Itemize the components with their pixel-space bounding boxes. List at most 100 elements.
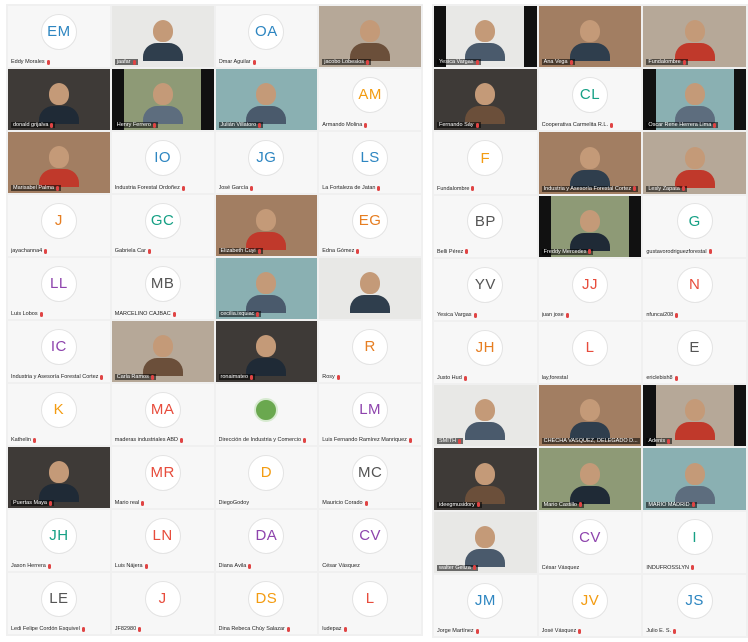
initials-avatar: GC [144,202,181,239]
participant-name-label: ericlebish8 [646,375,678,381]
participant-tile[interactable]: BP Belli Pérez [434,195,537,257]
participant-tile[interactable]: Julián Villatoro [215,69,318,130]
participant-name: Mario Castillo [543,501,577,508]
participant-tile[interactable]: AM Armando Molina [319,69,421,130]
participant-tile[interactable]: donald grijalva [8,69,110,130]
participant-name: Omar Aguilar [218,59,251,65]
participant-tile[interactable]: Llay,forestal [538,322,642,384]
participant-tile[interactable]: CHECHA VASQUEZ, DELEGADO D... [538,385,642,447]
participant-tile[interactable]: DS Dina Rebeca Chúy Salazar [215,573,318,634]
participant-tile[interactable]: Yesica Vargas [434,6,537,68]
participant-tile[interactable]: jacobo Lobeslos [319,6,421,67]
participant-tile[interactable]: F Fundalombre [434,132,537,194]
participant-tile[interactable]: LN Luis Nájera [111,510,214,571]
participant-name: Jason Herrera [11,563,46,569]
participant-tile[interactable]: Jjayachanna4 [8,195,110,256]
participant-tile[interactable]: IC Industria y Asesoría Forestal Cortez [8,321,110,382]
participant-tile[interactable]: GC Gabriela Car [111,195,214,256]
participant-tile[interactable]: Lesly Zapata [643,132,746,194]
participant-tile[interactable]: Ggustavorodriguezforestal [643,195,746,257]
participant-name: jaafar [116,59,131,65]
participant-tile[interactable]: Fernando Sáy [434,69,537,131]
initials-avatar: CV [571,519,608,556]
participant-tile[interactable]: MA maderas industriales ABD [111,384,214,445]
participant-tile[interactable]: CV César Vásquez [538,511,642,573]
participant-tile[interactable]: MARIO MADRID [643,448,746,510]
participant-name: Edna Gómez [322,248,355,254]
participant-tile[interactable]: Freddy Mercedes [538,195,642,257]
participant-tile[interactable]: Dirección de Industria y Comercio [215,384,318,445]
participant-tile[interactable]: MC Mauricio Corado [319,447,421,508]
participant-tile[interactable]: Marisabel Palma [8,132,110,193]
initials-avatar: JH [40,517,77,554]
participant-tile[interactable]: Industria y Asesoría Forestal Cortez [538,132,642,194]
participant-tile[interactable]: Fundalombre [643,6,746,68]
participant-tile[interactable]: ronaimateo [215,321,318,382]
muted-mic-icon [475,122,479,128]
participant-tile[interactable]: Elizabeth Cuyi [215,195,318,256]
participant-tile[interactable]: Adenis [643,385,746,447]
participant-tile[interactable]: jaafar [111,6,214,67]
participant-name: Dirección de Industria y Comercio [218,437,302,443]
participant-tile[interactable]: JJ juan jose [538,258,642,320]
participant-name-label: Henry Ferrero [114,122,158,128]
participant-tile[interactable]: MR Mario real [111,447,214,508]
participant-tile[interactable]: Henry Ferrero [111,69,214,130]
participant-tile[interactable]: JH Justo Hud [434,322,537,384]
participant-tile[interactable] [319,258,421,319]
participant-name-label: Dirección de Industria y Comercio [219,437,307,443]
participant-name-label: Adenis [646,438,673,445]
participant-tile[interactable]: Lludepaz [319,573,421,634]
participant-tile[interactable]: IO Industria Forestal Ordoñez [111,132,214,193]
participant-tile[interactable]: CL Cooperativa Carmelita R.L. [538,69,642,131]
participant-tile[interactable]: CV César Vásquez [319,510,421,571]
participant-tile[interactable]: I INDUFROSSLYN [643,511,746,573]
participant-tile[interactable]: cecilia.ixquiac [215,258,318,319]
participant-tile[interactable]: EG Edna Gómez [319,195,421,256]
participant-tile[interactable]: J JF82980 [111,573,214,634]
participant-tile[interactable]: SMITH [434,385,537,447]
participant-tile[interactable]: OA Omar Aguilar [215,6,318,67]
initials-avatar: YV [467,266,504,303]
participant-name: Gabriela Car [114,248,146,254]
participant-silhouette [38,146,79,187]
participant-tile[interactable]: LM Luis Fernando Ramírez Manriquez [319,384,421,445]
participant-tile[interactable]: K Kathelin [8,384,110,445]
participant-silhouette [142,20,183,61]
participant-tile[interactable]: Eericlebish8 [643,322,746,384]
participant-name-label: SMITH [437,438,464,445]
participant-tile[interactable]: DA Diana Ávila [215,510,318,571]
participant-tile[interactable]: R Rosy [319,321,421,382]
participant-name: Luis Lobos [11,311,38,317]
initials-avatar: EM [40,13,77,50]
participant-tile[interactable]: Carla Ramos [111,321,214,382]
participant-tile[interactable]: EM Eddy Morales [8,6,110,67]
participant-tile[interactable]: LL Luis Lobos [8,258,110,319]
participant-name-label: Ledi Felipe Cordón Esquivel [11,626,85,632]
participant-tile[interactable]: Óscar Rene Herrera Lima [643,69,746,131]
participant-name: Diana Ávila [218,563,247,569]
participant-name: Óscar Rene Herrera Lima [648,122,712,129]
participant-tile[interactable]: JM Jorge Martínez [434,574,537,636]
participant-tile[interactable]: Puertas Maya [8,447,110,508]
participant-tile[interactable]: LS La Fortaleza de Jatan [319,132,421,193]
participant-tile[interactable]: D DiegoGodoy [215,447,318,508]
participant-name: ideegmusidory [439,501,475,508]
participant-tile[interactable]: Ana Vega [538,6,642,68]
muted-mic-icon [476,502,480,508]
participant-tile[interactable]: JV José Vásquez [538,574,642,636]
participant-tile[interactable]: YV Yesica Vargas [434,258,537,320]
participant-tile[interactable]: walter Geliza [434,511,537,573]
participant-tile[interactable]: LE Ledi Felipe Cordón Esquivel [8,573,110,634]
participant-tile[interactable]: JH Jason Herrera [8,510,110,571]
participant-name: Marisabel Palma [13,185,54,191]
participant-tile[interactable]: JG José García [215,132,318,193]
participant-tile[interactable]: Nnfuncai208 [643,258,746,320]
muted-mic-icon [55,185,59,191]
participant-tile[interactable]: Mario Castillo [538,448,642,510]
participant-tile[interactable]: MB MARCELINO CAJBAC [111,258,214,319]
participant-silhouette [674,83,715,125]
participant-tile[interactable]: ideegmusidory [434,448,537,510]
participant-tile[interactable]: JS Julio E. S. [643,574,746,636]
participant-name-label: Mario real [115,500,145,506]
